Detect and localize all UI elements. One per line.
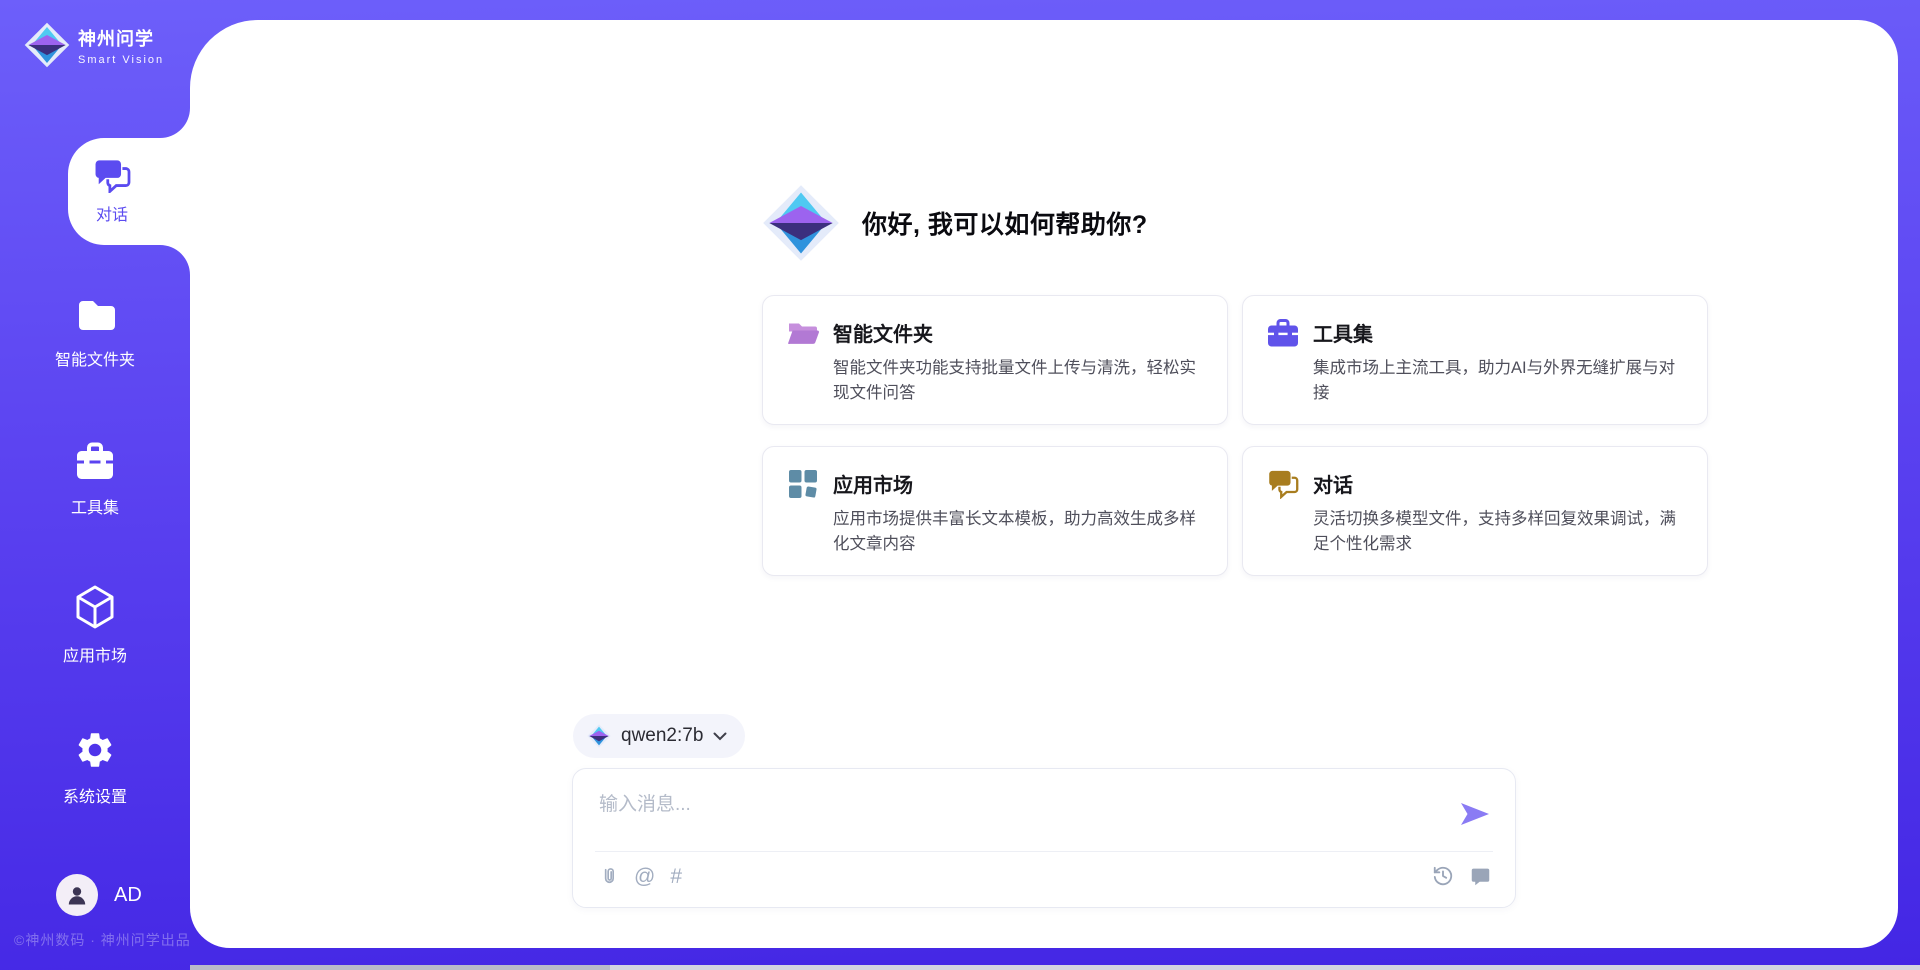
card-title: 对话 xyxy=(1313,469,1683,498)
main-panel: 你好, 我可以如何帮助你? 智能文件夹 智能文件夹功能支持批量文件上传与清洗，轻… xyxy=(190,20,1898,948)
brand: 神州问学 Smart Vision xyxy=(24,22,164,68)
brand-gem-icon xyxy=(24,22,70,68)
user-menu[interactable]: AD xyxy=(56,874,142,916)
paperclip-icon[interactable] xyxy=(599,865,619,887)
sidebar-item-label: 应用市场 xyxy=(0,642,190,666)
sidebar-item-toolset[interactable]: 工具集 xyxy=(0,440,190,518)
folder-open-icon xyxy=(787,318,819,348)
chat-history-icon[interactable] xyxy=(1470,866,1491,887)
sidebar-item-settings[interactable]: 系统设置 xyxy=(0,729,190,807)
composer-divider xyxy=(595,851,1493,852)
sidebar-item-app-market[interactable]: 应用市场 xyxy=(0,584,190,666)
sidebar: 神州问学 Smart Vision 对话 智能文件夹 xyxy=(0,0,190,970)
scrollbar-thumb[interactable] xyxy=(190,965,610,970)
card-title: 应用市场 xyxy=(833,469,1203,498)
chevron-down-icon xyxy=(713,732,727,741)
sidebar-item-label: 系统设置 xyxy=(0,783,190,807)
feature-cards: 智能文件夹 智能文件夹功能支持批量文件上传与清洗，轻松实现文件问答 xyxy=(762,295,1708,576)
briefcase-icon xyxy=(1267,318,1299,348)
greeting-title: 你好, 我可以如何帮助你? xyxy=(862,205,1148,241)
history-icon[interactable] xyxy=(1432,865,1454,887)
copyright-text: ©神州数码 · 神州问学出品 xyxy=(14,930,191,950)
model-selector[interactable]: qwen2:7b xyxy=(573,714,745,758)
user-initials: AD xyxy=(114,884,142,907)
card-app-market[interactable]: 应用市场 应用市场提供丰富长文本模板，助力高效生成多样化文章内容 xyxy=(762,446,1228,576)
mention-icon[interactable]: @ xyxy=(634,866,655,887)
sidebar-item-label: 工具集 xyxy=(0,494,190,518)
brand-subtitle: Smart Vision xyxy=(78,54,164,66)
model-name: qwen2:7b xyxy=(621,725,703,747)
brand-title: 神州问学 xyxy=(78,25,164,51)
card-description: 智能文件夹功能支持批量文件上传与清洗，轻松实现文件问答 xyxy=(833,356,1203,406)
composer-tools-right xyxy=(1432,865,1491,887)
chat-icon xyxy=(92,159,132,193)
grid-tiles-icon xyxy=(787,469,819,499)
brand-gem-icon xyxy=(762,184,840,262)
toolbox-icon xyxy=(72,440,118,482)
card-chat[interactable]: 对话 灵活切换多模型文件，支持多样回复效果调试，满足个性化需求 xyxy=(1242,446,1708,576)
card-description: 应用市场提供丰富长文本模板，助力高效生成多样化文章内容 xyxy=(833,507,1203,557)
greeting: 你好, 我可以如何帮助你? xyxy=(762,184,1148,262)
horizontal-scrollbar[interactable] xyxy=(190,965,1920,970)
gear-icon xyxy=(74,729,116,771)
person-icon xyxy=(65,883,89,907)
card-smart-folder[interactable]: 智能文件夹 智能文件夹功能支持批量文件上传与清洗，轻松实现文件问答 xyxy=(762,295,1228,425)
card-description: 集成市场上主流工具，助力AI与外界无缝扩展与对接 xyxy=(1313,356,1683,406)
app-root: 你好, 我可以如何帮助你? 智能文件夹 智能文件夹功能支持批量文件上传与清洗，轻… xyxy=(0,0,1920,970)
folder-icon xyxy=(72,296,118,334)
sidebar-item-label: 对话 xyxy=(96,201,128,225)
chat-icon xyxy=(1267,469,1299,499)
composer: @ # xyxy=(572,768,1516,908)
sidebar-item-label: 智能文件夹 xyxy=(0,346,190,370)
cube-icon xyxy=(73,584,117,630)
send-icon[interactable] xyxy=(1459,801,1491,827)
sidebar-item-smart-folder[interactable]: 智能文件夹 xyxy=(0,296,190,370)
card-title: 智能文件夹 xyxy=(833,318,1203,347)
model-gem-icon xyxy=(587,724,611,748)
hashtag-icon[interactable]: # xyxy=(670,866,682,887)
avatar xyxy=(56,874,98,916)
sidebar-item-chat[interactable]: 对话 xyxy=(34,138,190,245)
composer-tools-left: @ # xyxy=(599,865,682,887)
card-toolset[interactable]: 工具集 集成市场上主流工具，助力AI与外界无缝扩展与对接 xyxy=(1242,295,1708,425)
card-title: 工具集 xyxy=(1313,318,1683,347)
card-description: 灵活切换多模型文件，支持多样回复效果调试，满足个性化需求 xyxy=(1313,507,1683,557)
message-input[interactable] xyxy=(599,789,1439,841)
